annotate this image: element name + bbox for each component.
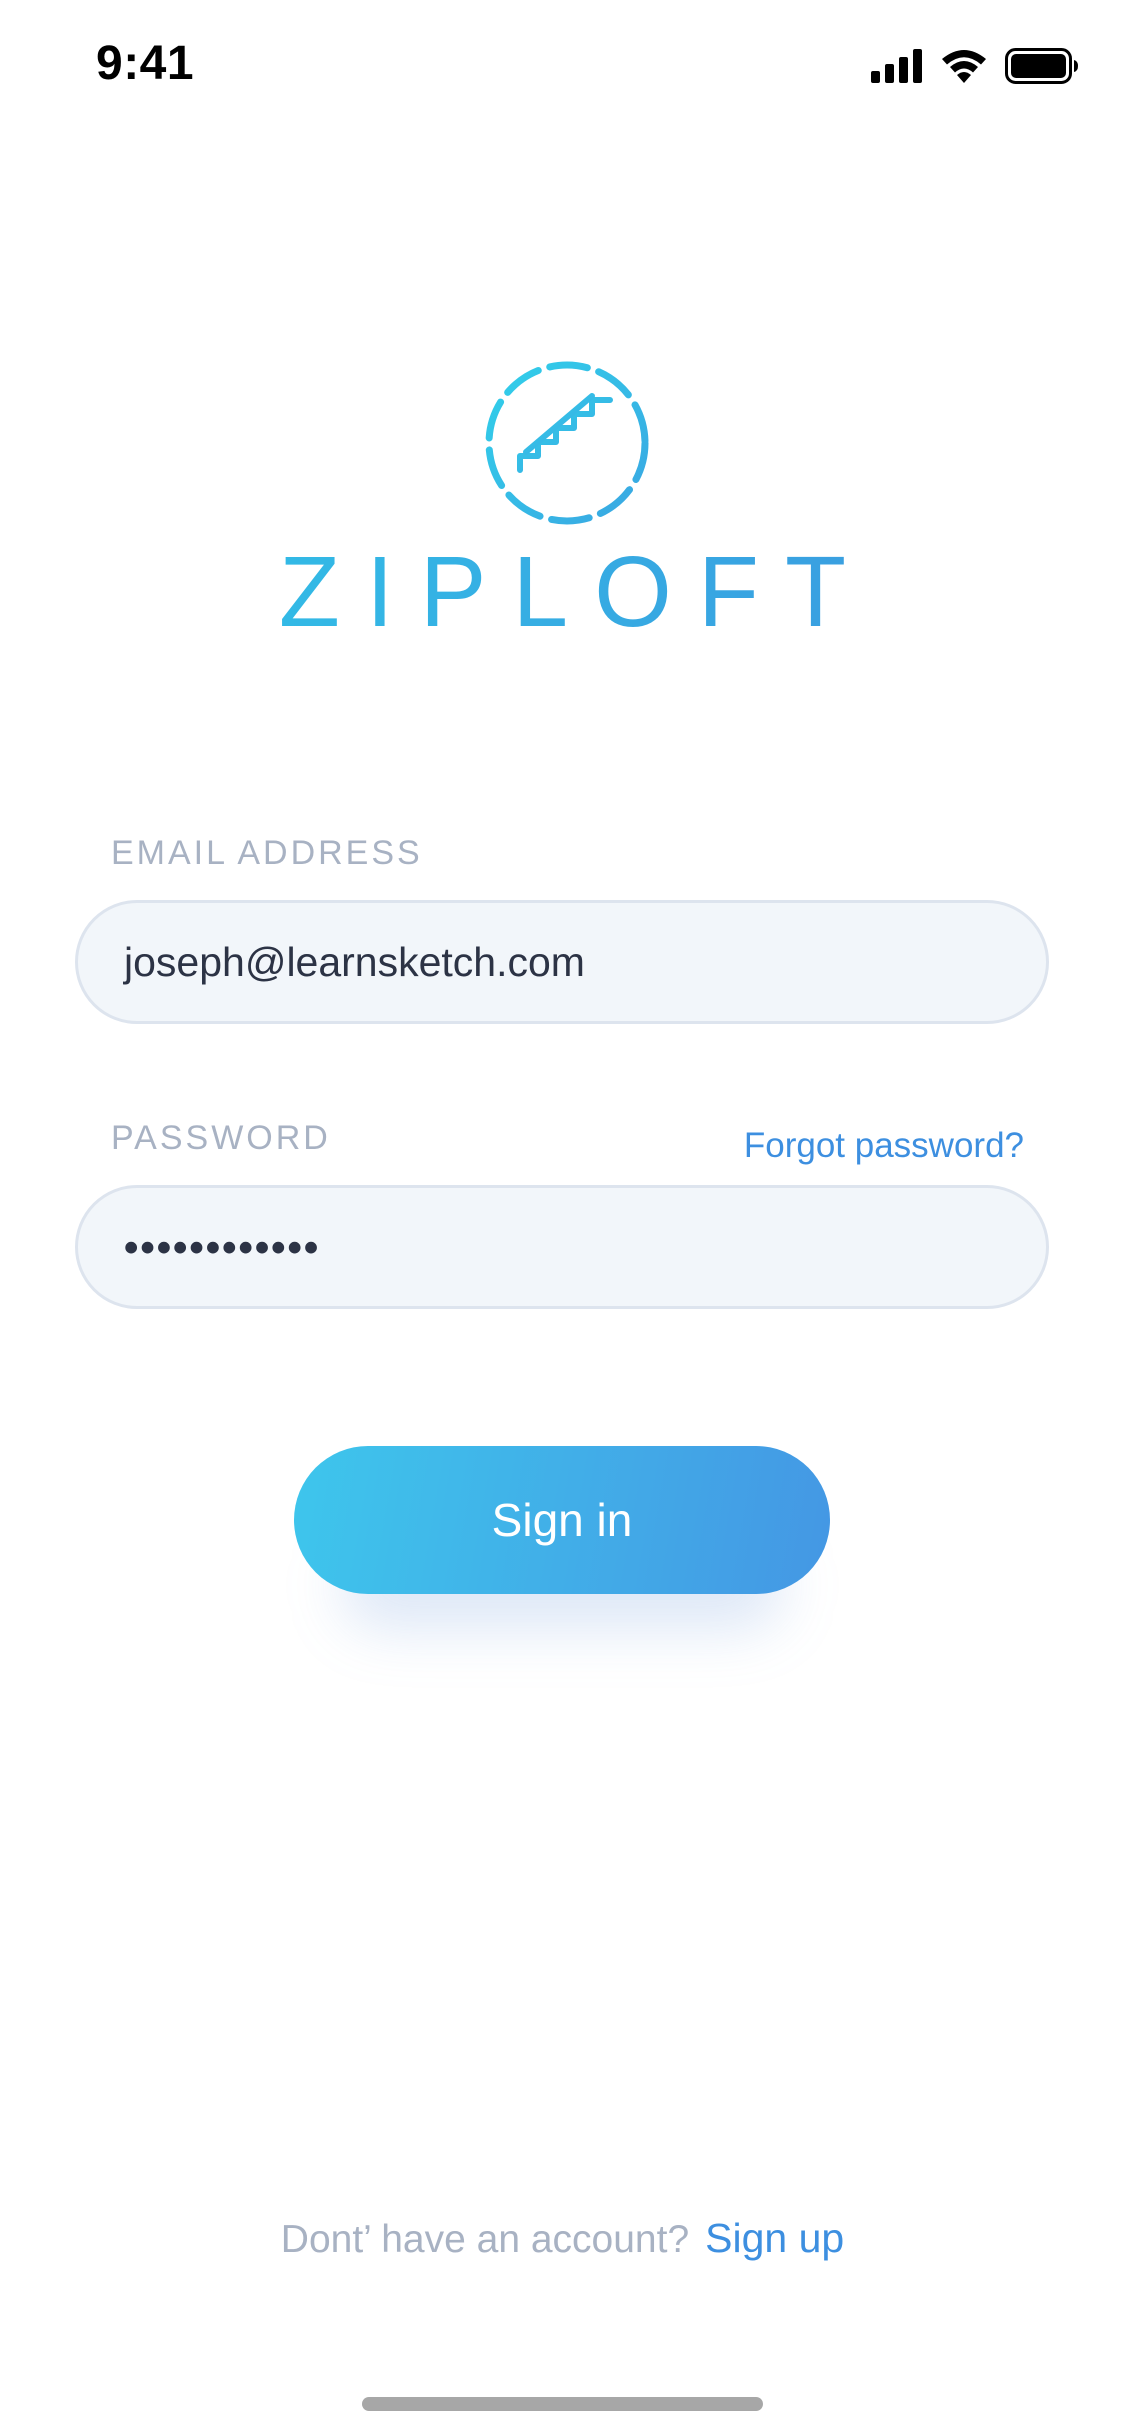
sign-in-label: Sign in	[491, 1494, 633, 1546]
sign-up-row: Dont’ have an account? Sign up	[0, 2215, 1125, 2262]
email-value: joseph@learnsketch.com	[124, 938, 585, 985]
cellular-signal-icon	[871, 48, 923, 88]
status-icons	[871, 47, 1079, 89]
home-indicator[interactable]	[362, 2397, 763, 2411]
password-value: ••••••••••••	[124, 1223, 321, 1270]
password-label: PASSWORD	[111, 1119, 331, 1157]
staircase-icon	[482, 358, 652, 528]
password-field[interactable]: ••••••••••••	[75, 1185, 1049, 1309]
status-time: 9:41	[96, 37, 195, 90]
sign-in-button[interactable]: Sign in	[294, 1446, 830, 1594]
forgot-password-link[interactable]: Forgot password?	[744, 1126, 1024, 1166]
battery-icon	[1005, 47, 1079, 89]
wifi-icon	[941, 49, 987, 88]
email-field[interactable]: joseph@learnsketch.com	[75, 900, 1049, 1024]
brand-name: ZIPLOFT	[0, 535, 1125, 650]
sign-up-prompt: Dont’ have an account?	[280, 2218, 690, 2261]
sign-up-link[interactable]: Sign up	[705, 2215, 844, 2262]
email-label: EMAIL ADDRESS	[111, 834, 423, 872]
